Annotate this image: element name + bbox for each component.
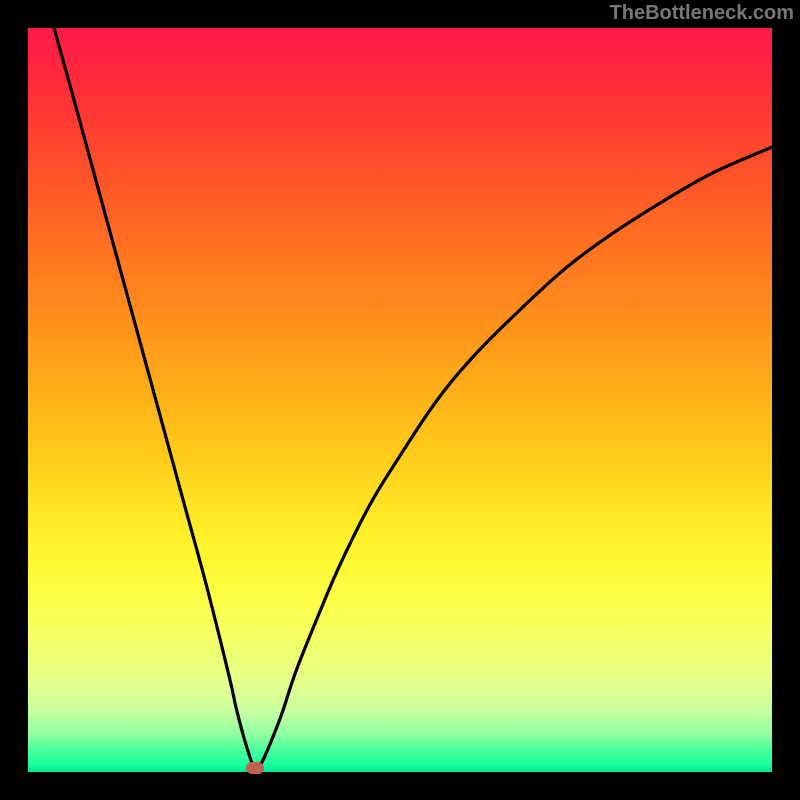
minimum-marker	[246, 762, 264, 774]
plot-area	[28, 28, 772, 772]
curve-left-branch	[54, 28, 255, 768]
curve-right-branch	[259, 147, 772, 768]
watermark-text: TheBottleneck.com	[610, 2, 794, 25]
chart-container: TheBottleneck.com	[0, 0, 800, 800]
curve-svg	[28, 28, 772, 772]
